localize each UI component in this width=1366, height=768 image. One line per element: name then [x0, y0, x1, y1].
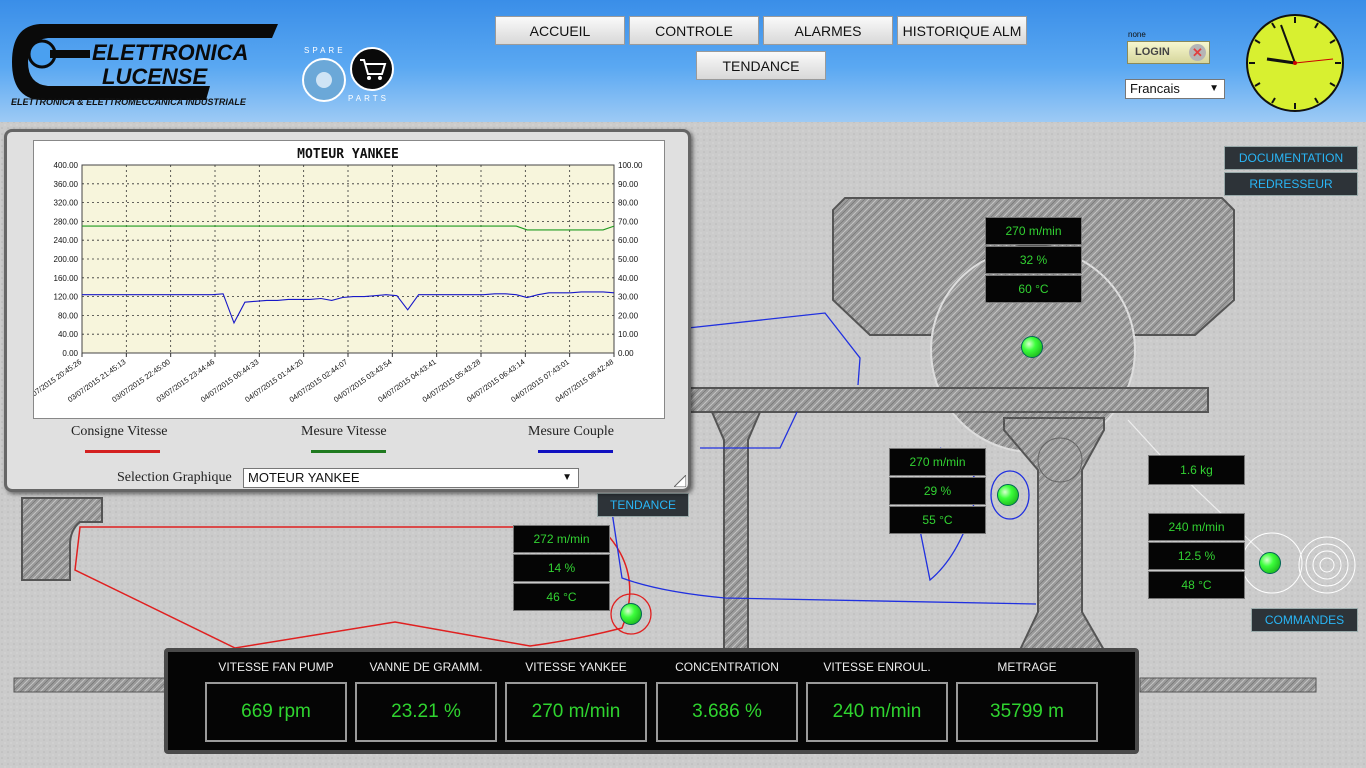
y-left-tick-label: 80.00: [58, 311, 79, 320]
login-username: none: [1128, 30, 1146, 39]
y-right-tick-label: 30.00: [618, 293, 639, 302]
metric-value: 35799 m: [956, 682, 1098, 742]
yankee-speed-readout: 270 m/min: [985, 217, 1082, 245]
selection-label: Selection Graphique: [117, 470, 232, 485]
metric-value: 270 m/min: [505, 682, 647, 742]
login-label: LOGIN: [1135, 46, 1170, 58]
winder-load-readout: 12.5 %: [1148, 542, 1245, 570]
metric-label: VITESSE FAN PUMP: [218, 660, 334, 674]
press-speed-readout: 270 m/min: [889, 448, 986, 476]
documentation-button[interactable]: DOCUMENTATION: [1224, 146, 1358, 170]
y-right-tick-label: 40.00: [618, 274, 639, 283]
clock-icon: [1246, 14, 1344, 112]
svg-text:PARTS: PARTS: [348, 94, 389, 103]
trend-chart-window[interactable]: MOTEUR YANKEE 400.00 360.00 320.00 280.00 240…: [4, 129, 691, 492]
metric-value: 669 rpm: [205, 682, 347, 742]
y-right-tick-label: 90.00: [618, 180, 639, 189]
yankee-load-readout: 32 %: [985, 246, 1082, 274]
svg-text:LUCENSE: LUCENSE: [102, 64, 208, 89]
svg-text:ELETTRONICA: ELETTRONICA: [92, 40, 248, 65]
nav-historique-button[interactable]: HISTORIQUE ALM: [897, 16, 1027, 45]
metric-value: 23.21 %: [355, 682, 497, 742]
legend-consigne-label: Consigne Vitesse: [71, 424, 168, 439]
chevron-down-icon: ▼: [1209, 83, 1219, 94]
winder-temp-readout: 48 °C: [1148, 571, 1245, 599]
chevron-down-icon: ▼: [562, 472, 572, 483]
metric-label: VITESSE YANKEE: [525, 660, 627, 674]
metric-label: CONCENTRATION: [675, 660, 779, 674]
legend-mesure-couple-label: Mesure Couple: [528, 424, 614, 439]
metric-label: VITESSE ENROUL.: [823, 660, 931, 674]
y-right-tick-label: 100.00: [618, 161, 643, 170]
y-right-tick-label: 60.00: [618, 236, 639, 245]
legend-mesure-couple-swatch: [538, 450, 613, 453]
y-right-tick-label: 20.00: [618, 311, 639, 320]
metric-label: METRAGE: [997, 660, 1057, 674]
resize-handle-icon[interactable]: [674, 475, 686, 487]
y-left-tick-label: 280.00: [54, 217, 79, 226]
winder-speed-readout: 240 m/min: [1148, 513, 1245, 541]
close-icon: ✕: [1189, 44, 1206, 61]
header-bar: ELETTRONICA LUCENSE ELETTRONICA & ELETTR…: [0, 0, 1366, 122]
felt-load-readout: 14 %: [513, 554, 610, 582]
y-left-tick-label: 120.00: [54, 293, 79, 302]
nav-accueil-button[interactable]: ACCUEIL: [495, 16, 625, 45]
y-right-tick-label: 70.00: [618, 217, 639, 226]
felt-temp-readout: 46 °C: [513, 583, 610, 611]
redresseur-button[interactable]: REDRESSEUR: [1224, 172, 1358, 196]
yankee-temp-readout: 60 °C: [985, 275, 1082, 303]
metrics-panel: VITESSE FAN PUMP 669 rpm VANNE DE GRAMM.…: [164, 648, 1139, 754]
metric-value: 3.686 %: [656, 682, 798, 742]
svg-text:SPARE: SPARE: [304, 46, 346, 55]
company-subtitle: ELETTRONICA & ELETTROMECCANICA INDUSTRIA…: [11, 97, 246, 107]
nav-tendance-button[interactable]: TENDANCE: [696, 51, 826, 80]
trend-chart: MOTEUR YANKEE 400.00 360.00 320.00 280.00 240…: [22, 140, 665, 419]
yankee-status-lamp: [1021, 336, 1043, 358]
y-left-tick-label: 400.00: [54, 161, 79, 170]
commandes-button[interactable]: COMMANDES: [1251, 608, 1358, 632]
legend-mesure-vitesse-swatch: [311, 450, 386, 453]
tendance-button[interactable]: TENDANCE: [597, 493, 689, 517]
language-select[interactable]: Francais ▼: [1125, 79, 1225, 99]
press-status-lamp: [997, 484, 1019, 506]
y-left-tick-label: 240.00: [54, 236, 79, 245]
y-right-tick-label: 0.00: [618, 349, 634, 358]
login-button[interactable]: LOGIN ✕: [1127, 41, 1210, 64]
y-left-tick-label: 40.00: [58, 330, 79, 339]
felt-speed-readout: 272 m/min: [513, 525, 610, 553]
y-left-tick-label: 360.00: [54, 180, 79, 189]
y-right-tick-label: 10.00: [618, 330, 639, 339]
legend-consigne-swatch: [85, 450, 160, 453]
language-value: Francais: [1130, 81, 1180, 96]
tension-readout: 1.6 kg: [1148, 455, 1245, 485]
chart-selection-value: MOTEUR YANKEE: [248, 470, 360, 485]
metric-value: 240 m/min: [806, 682, 948, 742]
metric-label: VANNE DE GRAMM.: [369, 660, 483, 674]
y-left-tick-label: 320.00: [54, 199, 79, 208]
winder-status-lamp: [1259, 552, 1281, 574]
press-temp-readout: 55 °C: [889, 506, 986, 534]
y-right-tick-label: 80.00: [618, 199, 639, 208]
y-left-tick-label: 0.00: [62, 349, 78, 358]
spare-parts-logo[interactable]: SPARE PARTS: [300, 42, 398, 104]
legend-mesure-vitesse-label: Mesure Vitesse: [301, 424, 387, 439]
y-left-tick-label: 160.00: [54, 274, 79, 283]
felt-status-lamp: [620, 603, 642, 625]
nav-alarmes-button[interactable]: ALARMES: [763, 16, 893, 45]
y-left-tick-label: 200.00: [54, 255, 79, 264]
chart-title: MOTEUR YANKEE: [297, 147, 399, 162]
nav-controle-button[interactable]: CONTROLE: [629, 16, 759, 45]
y-right-tick-label: 50.00: [618, 255, 639, 264]
press-load-readout: 29 %: [889, 477, 986, 505]
chart-selection-dropdown[interactable]: MOTEUR YANKEE ▼: [243, 468, 579, 488]
chart-svg: MOTEUR YANKEE 400.00 360.00 320.00 280.00 240…: [22, 147, 643, 404]
